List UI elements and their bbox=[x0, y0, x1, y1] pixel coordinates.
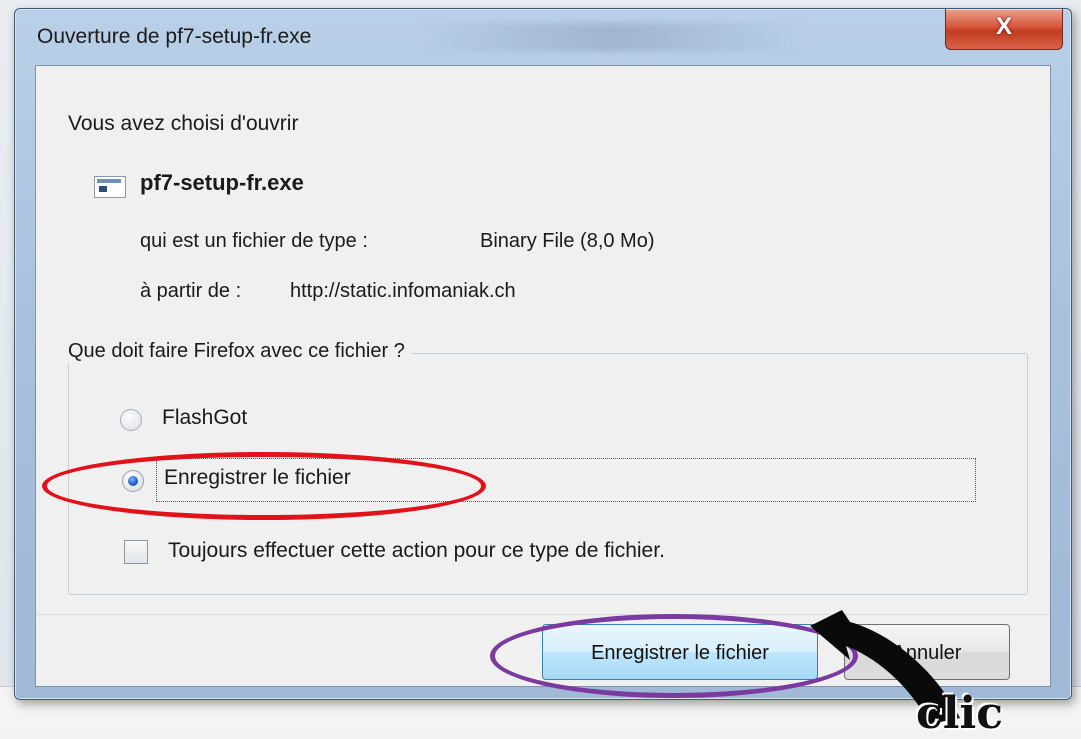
radio-save-file[interactable] bbox=[122, 470, 144, 492]
always-action-checkbox[interactable] bbox=[124, 540, 148, 564]
save-file-button[interactable]: Enregistrer le fichier bbox=[542, 624, 818, 680]
option-save-file-label[interactable]: Enregistrer le fichier bbox=[164, 466, 351, 490]
source-url: http://static.infomaniak.ch bbox=[290, 280, 516, 302]
close-button[interactable]: X bbox=[945, 9, 1063, 50]
exe-file-icon bbox=[94, 176, 126, 198]
intro-text: Vous avez choisi d'ouvrir bbox=[68, 112, 299, 135]
source-label: à partir de : bbox=[140, 280, 242, 302]
file-type-value: Binary File (8,0 Mo) bbox=[480, 230, 655, 252]
title-blur-overlay bbox=[415, 23, 805, 51]
close-icon: X bbox=[995, 13, 1012, 40]
radio-flashgot[interactable] bbox=[120, 409, 142, 431]
dialog-client-area: Vous avez choisi d'ouvrir pf7-setup-fr.e… bbox=[35, 65, 1051, 687]
file-type-label: qui est un fichier de type : bbox=[140, 230, 368, 252]
option-flashgot-label[interactable]: FlashGot bbox=[162, 406, 247, 430]
always-action-label[interactable]: Toujours effectuer cette action pour ce … bbox=[168, 539, 665, 563]
file-name: pf7-setup-fr.exe bbox=[140, 170, 304, 195]
window-title: Ouverture de pf7-setup-fr.exe bbox=[37, 25, 312, 48]
download-dialog-window: Ouverture de pf7-setup-fr.exe X Vous ave… bbox=[14, 8, 1072, 700]
action-group-legend: Que doit faire Firefox avec ce fichier ? bbox=[62, 340, 411, 363]
click-annotation: clic bbox=[916, 688, 1004, 739]
